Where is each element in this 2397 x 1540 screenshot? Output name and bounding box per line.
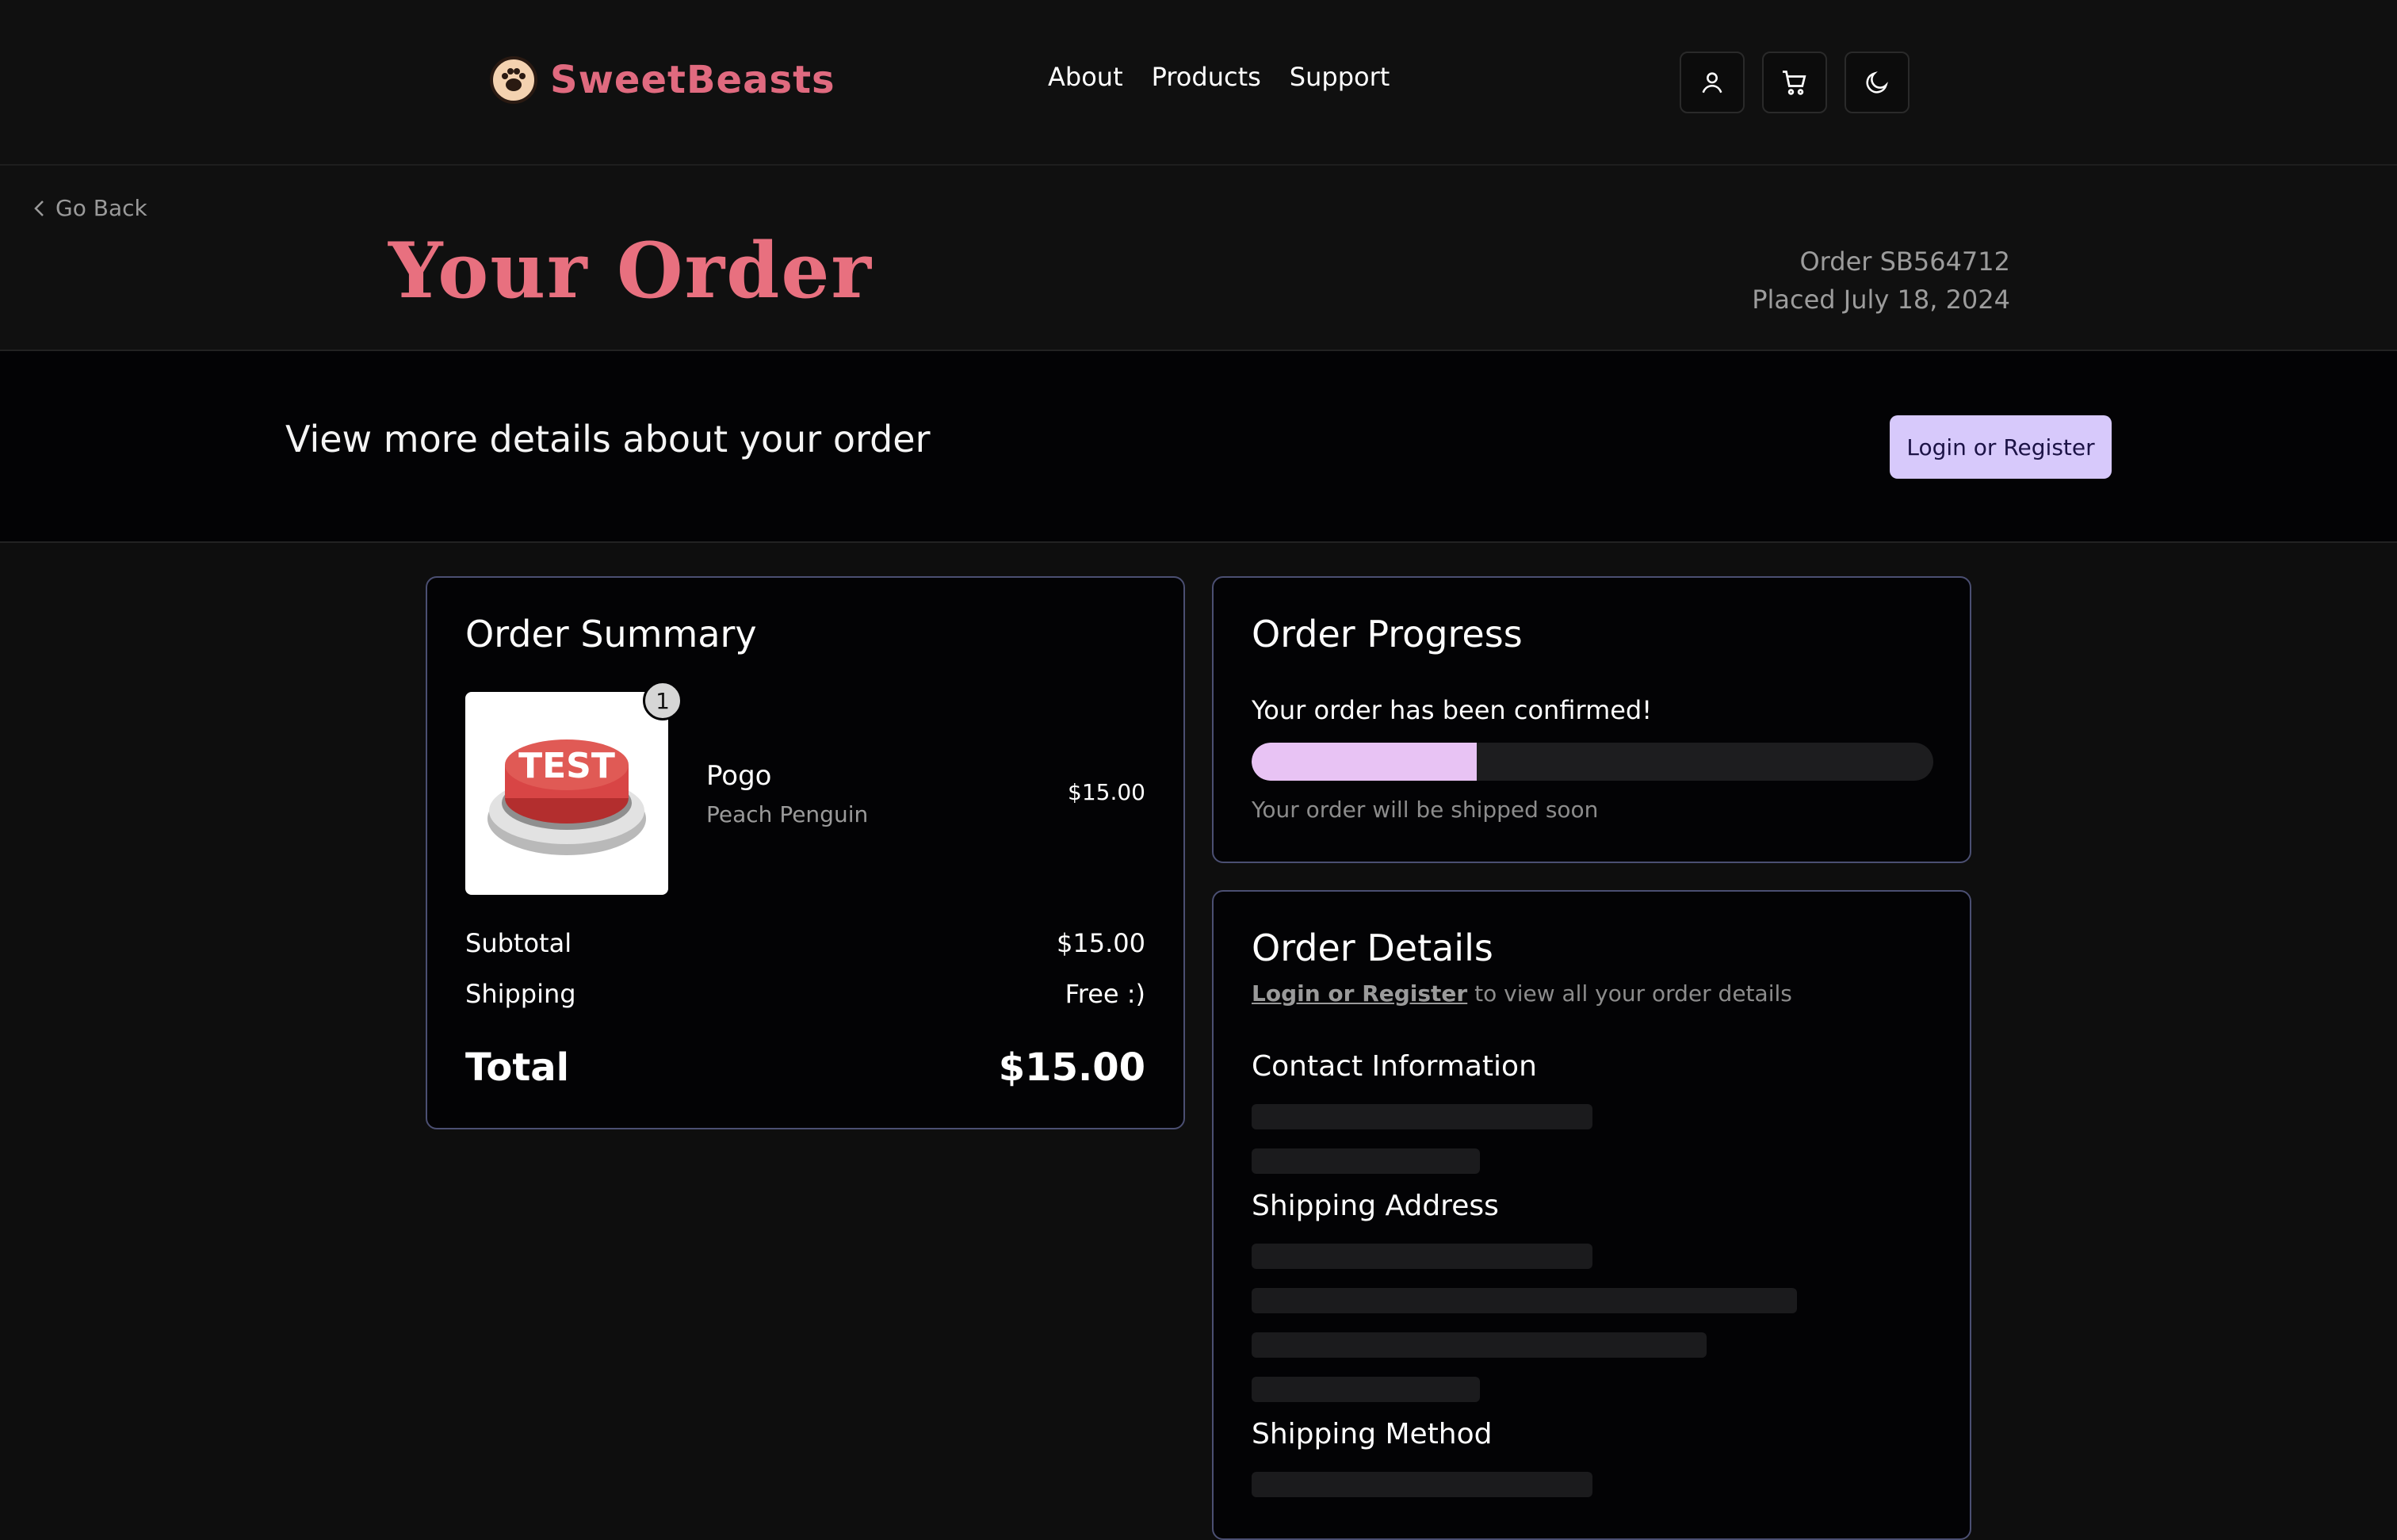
shipping-label: Shipping — [465, 979, 576, 1009]
progress-bar — [1252, 743, 1933, 781]
progress-bar-fill — [1252, 743, 1477, 781]
skeleton-line — [1252, 1377, 1480, 1402]
progress-status: Your order has been confirmed! — [1252, 695, 1653, 725]
login-banner: View more details about your order Login… — [0, 351, 2397, 543]
account-button[interactable] — [1680, 52, 1745, 113]
product-variant: Peach Penguin — [706, 801, 869, 827]
subtotal-value: $15.00 — [1057, 928, 1145, 958]
order-details-title: Order Details — [1252, 927, 1493, 969]
order-number: Order SB564712 — [1799, 246, 2010, 277]
contact-info-heading: Contact Information — [1252, 1050, 1537, 1083]
subtotal-label: Subtotal — [465, 928, 572, 958]
banner-text: View more details about your order — [285, 418, 931, 460]
total-row: Total $15.00 — [465, 1045, 1145, 1090]
user-icon — [1702, 72, 1722, 94]
page-title: Your Order — [388, 226, 873, 315]
nav-link-support[interactable]: Support — [1290, 62, 1390, 92]
product-name: Pogo — [706, 760, 772, 792]
cart-icon — [1783, 71, 1806, 95]
order-summary-title: Order Summary — [465, 613, 757, 655]
order-header: Go Back Your Order Order SB564712 Placed… — [0, 166, 2397, 351]
subtotal-row: Subtotal $15.00 — [465, 928, 1145, 958]
order-meta: Order SB564712 Placed July 18, 2024 — [1752, 243, 2010, 319]
brand-logo[interactable]: SweetBeasts — [490, 52, 835, 108]
product-image-label: TEST — [518, 746, 615, 786]
top-navigation: SweetBeasts About Products Support — [0, 0, 2397, 166]
quantity-badge: 1 — [643, 681, 682, 720]
total-label: Total — [465, 1045, 570, 1090]
login-register-button[interactable]: Login or Register — [1890, 415, 2112, 479]
nav-link-products[interactable]: Products — [1152, 62, 1261, 92]
order-progress-card: Order Progress Your order has been confi… — [1212, 576, 1971, 863]
details-login-suffix: to view all your order details — [1467, 980, 1792, 1007]
details-login-prompt: Login or Register to view all your order… — [1252, 980, 1792, 1007]
total-value: $15.00 — [998, 1045, 1145, 1090]
moon-icon — [1866, 71, 1888, 94]
main-nav: About Products Support — [1048, 62, 1390, 92]
details-login-link[interactable]: Login or Register — [1252, 980, 1467, 1007]
shipping-method-heading: Shipping Method — [1252, 1418, 1493, 1450]
skeleton-line — [1252, 1104, 1592, 1129]
go-back-link[interactable]: Go Back — [32, 195, 147, 221]
brand-name: SweetBeasts — [550, 58, 835, 102]
go-back-label: Go Back — [55, 195, 147, 221]
skeleton-line — [1252, 1148, 1480, 1174]
order-progress-title: Order Progress — [1252, 613, 1523, 655]
nav-link-about[interactable]: About — [1048, 62, 1123, 92]
shipping-address-heading: Shipping Address — [1252, 1190, 1499, 1222]
skeleton-line — [1252, 1244, 1592, 1269]
shipping-value: Free :) — [1065, 979, 1145, 1009]
chevron-left-icon — [34, 200, 44, 216]
skeleton-line — [1252, 1472, 1592, 1497]
order-date: Placed July 18, 2024 — [1752, 285, 2010, 315]
product-image: TEST — [465, 692, 668, 895]
skeleton-line — [1252, 1332, 1707, 1358]
shipping-row: Shipping Free :) — [465, 979, 1145, 1009]
theme-toggle-button[interactable] — [1845, 52, 1910, 113]
paw-icon — [490, 56, 537, 104]
cart-button[interactable] — [1762, 52, 1827, 113]
progress-note: Your order will be shipped soon — [1252, 797, 1599, 823]
skeleton-line — [1252, 1288, 1797, 1313]
order-details-card: Order Details Login or Register to view … — [1212, 890, 1971, 1540]
product-price: $15.00 — [1068, 779, 1145, 805]
order-summary-card: Order Summary TEST 1 Pogo Peach Penguin … — [426, 576, 1185, 1129]
